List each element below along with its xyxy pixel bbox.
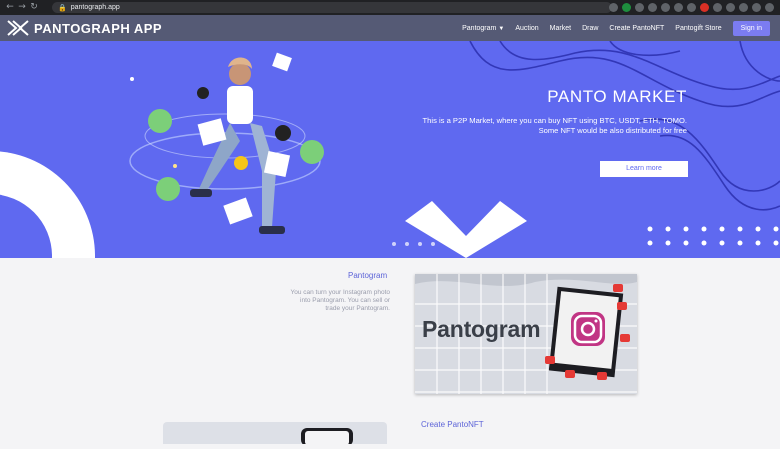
pantogram-description-line: You can turn your Instagram photo [290, 289, 391, 296]
logo[interactable]: PANTOGRAPH APP [6, 18, 162, 38]
extension-icon[interactable] [674, 3, 683, 12]
hero-background-art [0, 41, 780, 258]
pantograph-logo-icon [7, 20, 29, 36]
extension-icon[interactable] [622, 3, 631, 12]
url-text: pantograph.app [70, 4, 120, 11]
nav-create-pantonft[interactable]: Create PantoNFT [609, 25, 664, 32]
extension-icon[interactable] [700, 3, 709, 12]
extension-icon[interactable] [739, 3, 748, 12]
hero-description: This is a P2P Market, where you can buy … [347, 116, 687, 136]
back-icon[interactable]: ← [4, 0, 16, 15]
extensions-bar [609, 3, 774, 12]
nav-pantogift-store[interactable]: Pantogift Store [675, 25, 721, 32]
nav-auction[interactable]: Auction [515, 25, 538, 32]
nav-links: Pantogram ▼ Auction Market Draw Create Pa… [462, 15, 770, 41]
profile-avatar[interactable] [752, 3, 761, 12]
pantogram-description-line: into Pantogram. You can sell or [300, 297, 390, 304]
carousel-dot[interactable] [431, 242, 435, 246]
extension-icon[interactable] [635, 3, 644, 12]
forward-icon[interactable]: → [16, 0, 28, 15]
logo-text: PANTOGRAPH APP [34, 20, 163, 36]
sign-in-button[interactable]: Sign in [732, 20, 770, 36]
extension-icon[interactable] [648, 3, 657, 12]
phone-illustration [301, 428, 353, 446]
nav-pantogram-label: Pantogram [462, 24, 497, 32]
carousel-dots [392, 242, 435, 246]
main-content: Pantogram You can turn your Instagram ph… [0, 258, 780, 446]
nav-pantogram[interactable]: Pantogram ▼ [462, 25, 504, 32]
create-pantonft-title: Create PantoNFT [421, 420, 484, 429]
learn-more-button[interactable]: Learn more [600, 161, 688, 177]
extension-icon[interactable] [661, 3, 670, 12]
lock-icon: 🔒 [58, 3, 67, 12]
carousel-dot[interactable] [405, 242, 409, 246]
pantogram-image-text: Pantogram [422, 316, 541, 342]
nav-market[interactable]: Market [550, 25, 571, 32]
extension-icon[interactable] [726, 3, 735, 12]
browser-toolbar: ← → ↻ 🔒 pantograph.app [0, 0, 780, 15]
extension-icon[interactable] [687, 3, 696, 12]
site-navbar: PANTOGRAPH APP Pantogram ▼ Auction Market… [0, 15, 780, 41]
pantogram-description-line: trade your Pantogram. [325, 305, 390, 312]
nav-draw[interactable]: Draw [582, 25, 598, 32]
pantogram-section-description: You can turn your Instagram photo into P… [258, 289, 391, 313]
pantogram-image[interactable]: Pantogram [415, 274, 637, 394]
address-bar[interactable]: 🔒 pantograph.app [52, 2, 612, 13]
star-icon[interactable] [609, 3, 618, 12]
hero-banner: PANTO MARKET This is a P2P Market, where… [0, 41, 780, 258]
carousel-dot[interactable] [418, 242, 422, 246]
pantogram-section-title: Pantogram [348, 271, 388, 280]
hero-title: PANTO MARKET [547, 87, 687, 106]
hero-description-line: Some NFT would be also distributed for f… [538, 126, 687, 135]
hero-description-line: This is a P2P Market, where you can buy … [422, 116, 687, 125]
reload-icon[interactable]: ↻ [28, 0, 40, 15]
create-pantonft-image[interactable] [163, 422, 387, 446]
extension-icon[interactable] [713, 3, 722, 12]
menu-icon[interactable] [765, 3, 774, 12]
carousel-dot[interactable] [392, 242, 396, 246]
caret-down-icon: ▼ [498, 25, 505, 32]
